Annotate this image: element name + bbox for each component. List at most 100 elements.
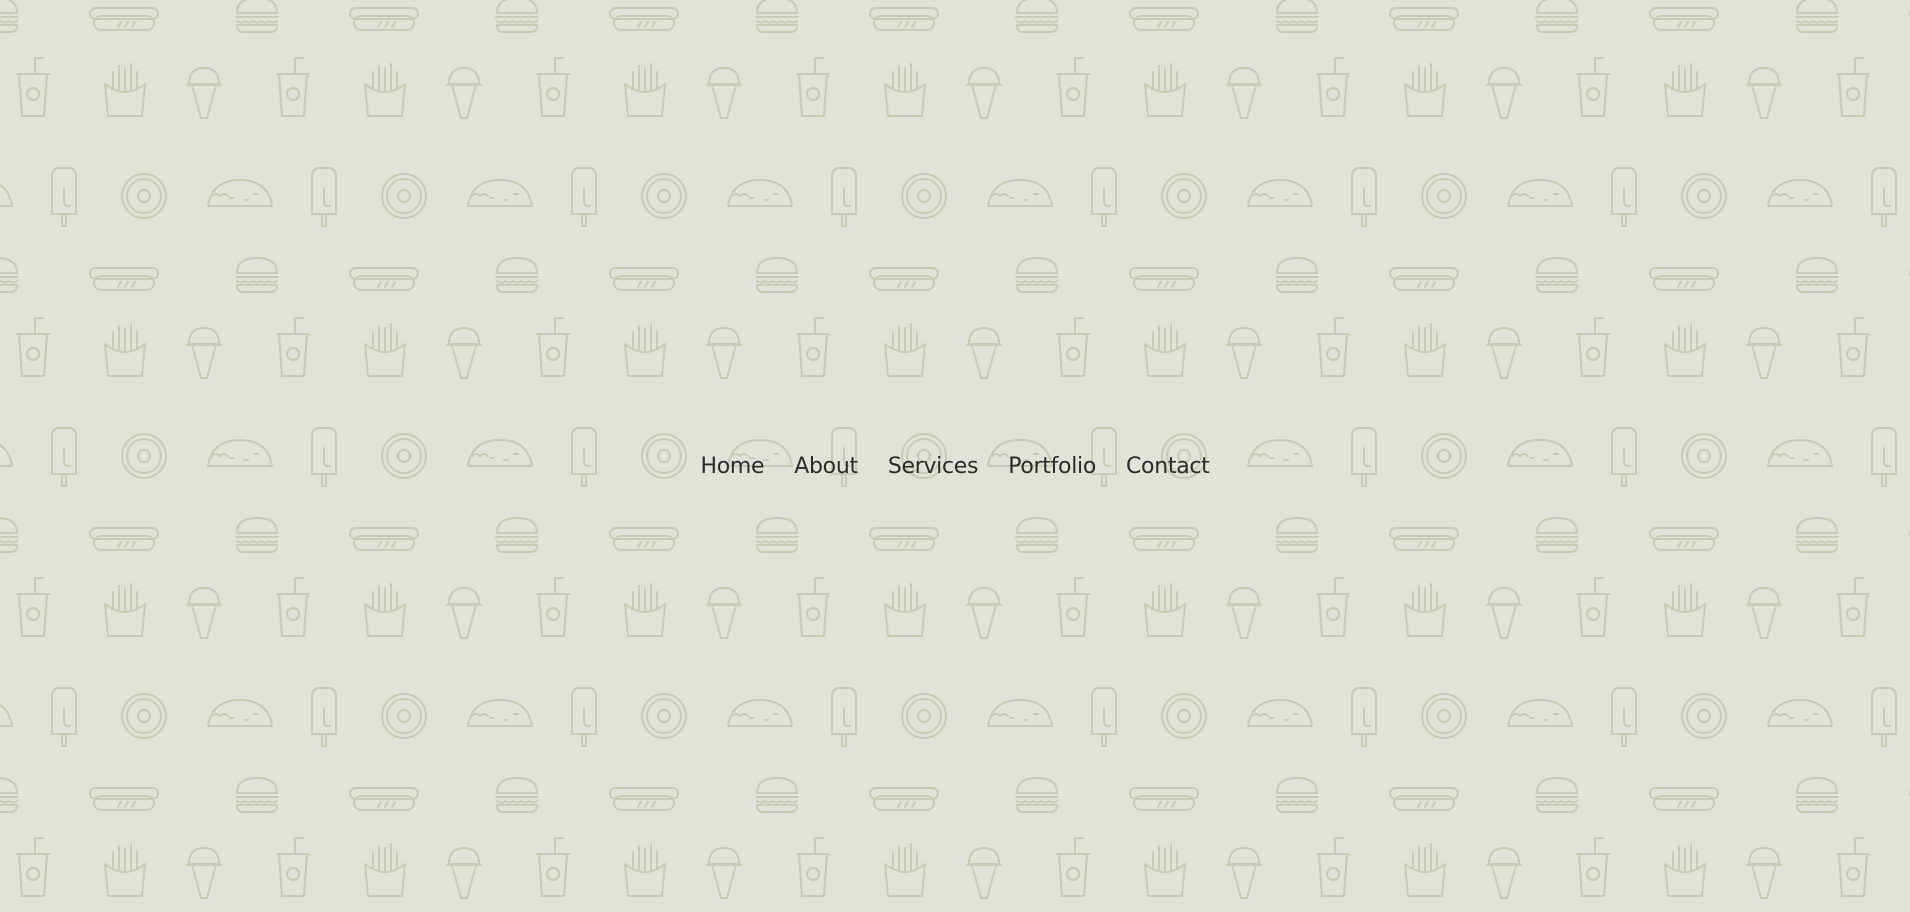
burger-icon <box>1275 257 1319 293</box>
popsicle-icon <box>1091 167 1117 227</box>
soda-cup-icon <box>1576 577 1610 637</box>
hotdog-icon <box>349 527 419 551</box>
burger-icon <box>495 257 539 293</box>
taco-icon <box>1507 699 1573 727</box>
fries-icon <box>1144 63 1186 117</box>
soda-cup-icon <box>16 837 50 897</box>
burger-icon <box>1535 777 1579 813</box>
burger-icon <box>1015 257 1059 293</box>
burger-icon <box>1275 777 1319 813</box>
taco-icon <box>1767 699 1833 727</box>
donut-icon <box>901 173 947 219</box>
burger-icon <box>0 517 19 553</box>
burger-icon <box>1795 517 1839 553</box>
burger-icon <box>1015 0 1059 33</box>
donut-icon <box>121 693 167 739</box>
hotdog-icon <box>1389 7 1459 31</box>
taco-icon <box>467 699 533 727</box>
fries-icon <box>364 63 406 117</box>
fries-icon <box>364 843 406 897</box>
burger-icon <box>755 517 799 553</box>
taco-icon <box>0 704 13 727</box>
donut-icon <box>1681 693 1727 739</box>
soda-cup-icon <box>276 57 310 117</box>
ice-cream-cone-icon <box>966 847 1002 899</box>
taco-icon <box>1507 179 1573 207</box>
popsicle-icon <box>571 687 597 747</box>
fries-icon <box>1404 323 1446 377</box>
taco-icon <box>727 699 793 727</box>
donut-icon <box>121 173 167 219</box>
popsicle-icon <box>1611 687 1637 747</box>
ice-cream-cone-icon <box>1486 67 1522 119</box>
ice-cream-cone-icon <box>1486 327 1522 379</box>
soda-cup-icon <box>16 577 50 637</box>
soda-cup-icon <box>536 577 570 637</box>
popsicle-icon <box>1091 687 1117 747</box>
fries-icon <box>104 63 146 117</box>
nav-link-home[interactable]: Home <box>700 452 764 482</box>
soda-cup-icon <box>16 57 50 117</box>
fries-icon <box>1144 323 1186 377</box>
hotdog-icon <box>349 267 419 291</box>
hotdog-icon <box>609 787 679 811</box>
burger-icon <box>0 0 19 33</box>
ice-cream-cone-icon <box>1746 327 1782 379</box>
soda-cup-icon <box>1316 317 1350 377</box>
hotdog-icon <box>349 7 419 31</box>
fries-icon <box>1664 583 1706 637</box>
hotdog-icon <box>89 787 159 811</box>
popsicle-icon <box>831 687 857 747</box>
taco-icon <box>1247 699 1313 727</box>
ice-cream-cone-icon <box>1746 67 1782 119</box>
popsicle-icon <box>51 167 77 227</box>
soda-cup-icon <box>1316 577 1350 637</box>
ice-cream-cone-icon <box>1486 847 1522 899</box>
ice-cream-cone-icon <box>446 67 482 119</box>
nav-link-portfolio[interactable]: Portfolio <box>1008 452 1096 482</box>
burger-icon <box>1795 0 1839 33</box>
nav-link-services[interactable]: Services <box>888 452 979 482</box>
burger-icon <box>1015 777 1059 813</box>
donut-icon <box>1161 693 1207 739</box>
burger-icon <box>0 777 19 813</box>
ice-cream-cone-icon <box>706 847 742 899</box>
fries-icon <box>104 583 146 637</box>
hotdog-icon <box>869 7 939 31</box>
ice-cream-cone-icon <box>186 327 222 379</box>
fries-icon <box>884 843 926 897</box>
burger-icon <box>495 0 539 33</box>
burger-icon <box>235 517 279 553</box>
soda-cup-icon <box>16 317 50 377</box>
soda-cup-icon <box>796 577 830 637</box>
hotdog-icon <box>1389 787 1459 811</box>
soda-cup-icon <box>276 317 310 377</box>
hotdog-icon <box>609 7 679 31</box>
taco-icon <box>727 179 793 207</box>
burger-icon <box>755 257 799 293</box>
soda-cup-icon <box>536 57 570 117</box>
burger-icon <box>1535 0 1579 33</box>
popsicle-icon <box>311 167 337 227</box>
popsicle-icon <box>311 687 337 747</box>
popsicle-icon <box>831 167 857 227</box>
hotdog-icon <box>1649 787 1719 811</box>
burger-icon <box>1795 777 1839 813</box>
donut-icon <box>1161 173 1207 219</box>
fries-icon <box>624 63 666 117</box>
ice-cream-cone-icon <box>446 327 482 379</box>
donut-icon <box>1681 173 1727 219</box>
popsicle-icon <box>1871 167 1897 227</box>
soda-cup-icon <box>1576 317 1610 377</box>
hotdog-icon <box>609 267 679 291</box>
burger-icon <box>495 517 539 553</box>
ice-cream-cone-icon <box>1746 587 1782 639</box>
burger-icon <box>755 777 799 813</box>
burger-icon <box>235 0 279 33</box>
nav-link-contact[interactable]: Contact <box>1126 452 1210 482</box>
taco-icon <box>207 179 273 207</box>
page-background: Home About Services Portfolio Contact <box>0 0 1910 912</box>
fries-icon <box>1404 583 1446 637</box>
popsicle-icon <box>1611 167 1637 227</box>
nav-link-about[interactable]: About <box>794 452 858 482</box>
